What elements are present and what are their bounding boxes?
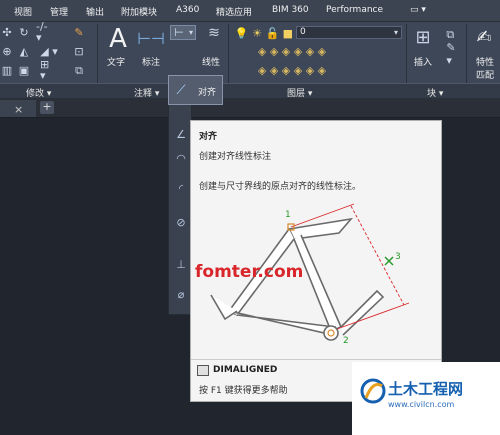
- trim-icon[interactable]: -/- ▾: [36, 21, 56, 43]
- tooltip-divider: [191, 359, 441, 360]
- aligned-dimension-icon: ⟋: [176, 82, 186, 98]
- diameter-icon[interactable]: ⊘: [171, 212, 191, 232]
- point-label-3: 3: [395, 252, 401, 262]
- tooltip-command: DIMALIGNED: [213, 365, 278, 375]
- leader-icon[interactable]: ≋: [204, 26, 224, 40]
- ordinate-icon[interactable]: ⊥: [171, 254, 191, 274]
- insert-label: 插入: [414, 58, 433, 68]
- logo-name: 土木工程网: [388, 380, 464, 398]
- tooltip-title: 对齐: [199, 132, 218, 142]
- text-icon[interactable]: A: [106, 26, 130, 52]
- jogged-icon[interactable]: ⌀: [171, 284, 191, 304]
- menu-item-performance[interactable]: Performance: [326, 5, 383, 15]
- chevron-down-icon: ▾: [188, 27, 193, 37]
- mirror-icon[interactable]: ◭: [18, 45, 30, 57]
- rotate-icon[interactable]: ↻: [18, 26, 30, 38]
- aligned-label: 对齐: [198, 88, 217, 98]
- offset-icon[interactable]: ⧉: [72, 64, 86, 76]
- new-tab-button[interactable]: +: [40, 101, 54, 114]
- site-logo: 土木工程网 www.civilcn.com: [352, 362, 500, 435]
- layer-tools-row-1[interactable]: ◈ ◈ ◈ ◈ ◈ ◈: [232, 45, 352, 58]
- menu-item-manage[interactable]: 管理: [50, 5, 68, 18]
- aligned-dimension-item[interactable]: ⟋ 对齐: [168, 75, 223, 105]
- close-icon[interactable]: ×: [14, 103, 23, 116]
- tooltip-help: 按 F1 键获得更多帮助: [199, 386, 288, 396]
- logo-emblem-icon: [360, 378, 386, 404]
- match-label: 匹配: [476, 71, 495, 81]
- copy-icon[interactable]: ⊕: [2, 45, 12, 57]
- stretch-icon[interactable]: ▥: [2, 64, 12, 76]
- menu-bar: 视图 管理 输出 附加模块 A360 精选应用 BIM 360 Performa…: [0, 0, 500, 22]
- array-icon[interactable]: ⊞ ▾: [40, 59, 58, 81]
- layer-select[interactable]: [296, 26, 402, 39]
- dimension-label: 标注: [142, 58, 161, 68]
- properties-label: 特性: [476, 58, 495, 68]
- menu-item-a360[interactable]: A360: [176, 5, 199, 15]
- arc-length-icon[interactable]: ◠: [171, 148, 191, 168]
- dimension-icon[interactable]: ⊢⊣: [137, 28, 165, 50]
- point-label-1: 1: [285, 210, 291, 220]
- layer-state-icons[interactable]: 💡 ☀ 🔓 ■: [234, 27, 294, 39]
- ribbon-toggle-icon[interactable]: ▭ ▾: [410, 5, 426, 15]
- menu-item-output[interactable]: 输出: [86, 5, 104, 18]
- fillet-icon[interactable]: ◢ ▾: [40, 45, 58, 57]
- insert-block-icon[interactable]: ⊞: [412, 27, 434, 49]
- move-icon[interactable]: ✣: [2, 26, 12, 38]
- menu-item-bim360[interactable]: BIM 360: [272, 5, 309, 15]
- dimension-flyout: ∠ ◠ ◜ ⊘ ⊥ ⌀: [168, 75, 192, 315]
- block-tools-icons[interactable]: ⧉ ✎ ▾: [444, 27, 458, 67]
- document-tab[interactable]: ×: [0, 100, 36, 117]
- menu-item-view[interactable]: 视图: [14, 5, 32, 18]
- linear-dimension-icon: ⊢: [174, 26, 184, 39]
- explode-icon[interactable]: ⊡: [72, 45, 86, 57]
- tooltip-subtitle: 创建对齐线性标注: [199, 152, 272, 162]
- ribbon-panel-bar: 修改 ▾ 注释 ▾ 图层 ▾ 块 ▾: [0, 83, 500, 99]
- angular-icon[interactable]: ∠: [171, 124, 191, 144]
- layer-select-value: 0: [300, 27, 306, 37]
- tooltip-panel: 对齐 创建对齐线性标注 创建与尺寸界线的原点对齐的线性标注。 1 2 3 DIM…: [190, 120, 442, 402]
- menu-item-addins[interactable]: 附加模块: [121, 5, 157, 18]
- text-label: 文字: [107, 58, 126, 68]
- logo-url: www.civilcn.com: [388, 400, 455, 409]
- layer-tools-row-2[interactable]: ◈ ◈ ◈ ◈ ◈ ◈: [232, 64, 352, 77]
- command-icon: [197, 365, 209, 376]
- point-label-2: 2: [343, 336, 349, 346]
- watermark-text: fomter.com: [195, 262, 304, 282]
- chevron-down-icon: ▾: [393, 27, 398, 37]
- erase-icon[interactable]: ✎: [72, 26, 86, 38]
- tooltip-description: 创建与尺寸界线的原点对齐的线性标注。: [199, 182, 362, 192]
- linear-label: 线性: [202, 58, 221, 68]
- radius-icon[interactable]: ◜: [171, 178, 191, 198]
- scale-icon[interactable]: ▣: [18, 64, 30, 76]
- menu-item-featured-apps[interactable]: 精选应用: [216, 5, 252, 18]
- match-properties-icon[interactable]: ✍: [474, 27, 494, 49]
- document-tab-strip: × +: [0, 98, 500, 118]
